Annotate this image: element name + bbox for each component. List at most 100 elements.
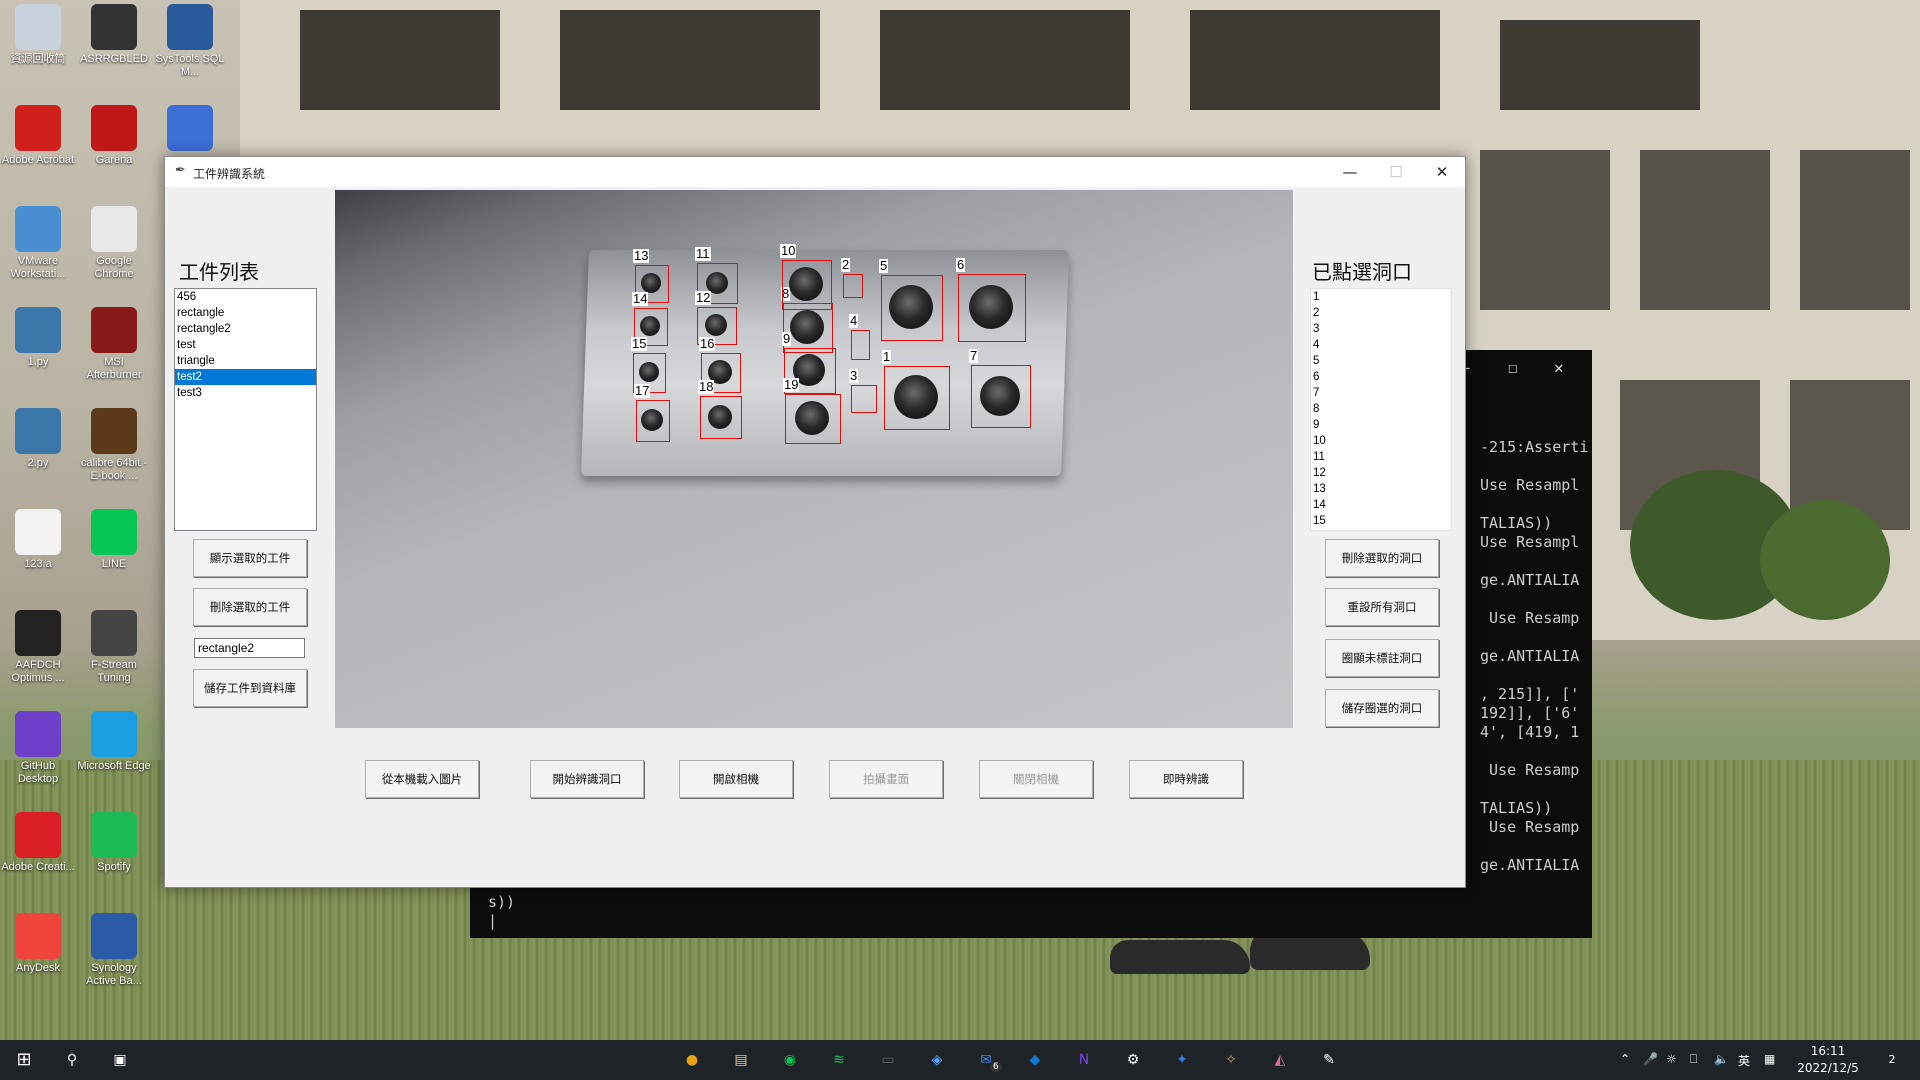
hole-bounding-box[interactable]: [881, 275, 943, 341]
task-view-icon[interactable]: ▣: [108, 1048, 132, 1072]
hole-list-item[interactable]: 1: [1311, 289, 1451, 305]
hole-bounding-box[interactable]: [851, 385, 877, 413]
desktop-icon[interactable]: Garena: [76, 105, 152, 167]
desktop-icon[interactable]: 123.a: [0, 509, 76, 571]
part-list-item[interactable]: test3: [175, 385, 316, 401]
show-part-button[interactable]: 顯示選取的工件: [193, 539, 307, 577]
desktop-icon[interactable]: Synology Active Ba...: [76, 913, 152, 988]
hole-list-item[interactable]: 11: [1311, 449, 1451, 465]
close-camera-button[interactable]: 關閉相機: [979, 760, 1093, 798]
desktop-icon[interactable]: calibre 64bit - E-book ...: [76, 408, 152, 483]
hole-list-item[interactable]: 8: [1311, 401, 1451, 417]
camera-view[interactable]: 1 2 3 4 5 6 7 8 9 10 11 12 13 14 15 16 17 18 19: [335, 190, 1293, 728]
hole-list-item[interactable]: 13: [1311, 481, 1451, 497]
hole-list-item[interactable]: 2: [1311, 305, 1451, 321]
hole-bounding-box[interactable]: [782, 260, 832, 310]
part-list-item[interactable]: rectangle: [175, 305, 316, 321]
load-image-button[interactable]: 從本機載入圖片: [365, 760, 479, 798]
taskbar-app-icon[interactable]: ✧: [1219, 1048, 1243, 1072]
hole-list-item[interactable]: 3: [1311, 321, 1451, 337]
taskbar-app-icon[interactable]: ◉: [778, 1048, 802, 1072]
taskbar-app-icon[interactable]: ≋: [827, 1048, 851, 1072]
open-camera-button[interactable]: 開啟相機: [679, 760, 793, 798]
desktop-icon[interactable]: AAFDCH Optimus ...: [0, 610, 76, 685]
realtime-detect-button[interactable]: 即時辨識: [1129, 760, 1243, 798]
part-name-input[interactable]: rectangle2: [194, 638, 305, 658]
desktop-icon[interactable]: Google Chrome: [76, 206, 152, 281]
ime-indicator[interactable]: 英: [1738, 1052, 1750, 1069]
hole-bounding-box[interactable]: [884, 366, 950, 430]
taskbar-app-icon[interactable]: ▭: [876, 1048, 900, 1072]
desktop-icon[interactable]: Adobe Acrobat: [0, 105, 76, 167]
desktop-icon[interactable]: 資源回收筒: [0, 4, 76, 66]
desktop-icon[interactable]: F-Stream Tuning: [76, 610, 152, 685]
search-icon[interactable]: ⚲: [60, 1048, 84, 1072]
desktop-icon[interactable]: AnyDesk: [0, 913, 76, 975]
holes-listbox[interactable]: 1 2 3 4 5 6 7 8 9 10 11 12 13 14 15: [1310, 288, 1452, 531]
desktop-icon[interactable]: VMware Workstati...: [0, 206, 76, 281]
console-close-button[interactable]: ✕: [1554, 358, 1564, 377]
desktop-icon[interactable]: SysTools SQL M...: [152, 4, 228, 79]
start-icon[interactable]: ⊞: [12, 1048, 36, 1072]
hole-list-item[interactable]: 10: [1311, 433, 1451, 449]
hole-bounding-box[interactable]: [843, 274, 863, 298]
hole-list-item[interactable]: 9: [1311, 417, 1451, 433]
hole-list-item[interactable]: 14: [1311, 497, 1451, 513]
part-list-item[interactable]: test: [175, 337, 316, 353]
reset-holes-button[interactable]: 重設所有洞口: [1325, 588, 1439, 626]
clock[interactable]: 16:11 2022/12/5: [1790, 1043, 1866, 1077]
desktop-icon[interactable]: ASRRGBLED: [76, 4, 152, 66]
taskbar-app-icon[interactable]: N: [1072, 1048, 1096, 1072]
minimize-button[interactable]: —: [1327, 157, 1373, 187]
hole-list-item[interactable]: 12: [1311, 465, 1451, 481]
part-list-item[interactable]: triangle: [175, 353, 316, 369]
desktop-icon[interactable]: [152, 105, 228, 154]
close-button[interactable]: ✕: [1419, 157, 1465, 187]
desktop-icon[interactable]: 2.py: [0, 408, 76, 470]
taskbar-app-icon[interactable]: ✦: [1170, 1048, 1194, 1072]
console-maximize-button[interactable]: ☐: [1508, 358, 1518, 377]
hole-list-item[interactable]: 6: [1311, 369, 1451, 385]
show-unmarked-button[interactable]: 圈顯未標註洞口: [1325, 639, 1439, 677]
save-selected-holes-button[interactable]: 儲存圈選的洞口: [1325, 689, 1439, 727]
desktop-icon[interactable]: 1.py: [0, 307, 76, 369]
start-detect-button[interactable]: 開始辨識洞口: [530, 760, 644, 798]
desktop-icon[interactable]: LINE: [76, 509, 152, 571]
desktop-icon[interactable]: MSI Afterburner: [76, 307, 152, 382]
taskbar-app-icon[interactable]: ◆: [1023, 1048, 1047, 1072]
hole-list-item[interactable]: 4: [1311, 337, 1451, 353]
desktop-icon[interactable]: GitHub Desktop: [0, 711, 76, 786]
delete-part-button[interactable]: 刪除選取的工件: [193, 588, 307, 626]
taskbar-app-icon[interactable]: ▤: [729, 1048, 753, 1072]
taskbar-app-icon[interactable]: ✎: [1317, 1048, 1341, 1072]
notification-icon[interactable]: 2: [1880, 1048, 1904, 1072]
network-icon[interactable]: ⎕: [1690, 1052, 1697, 1067]
part-list-item[interactable]: test2: [175, 369, 316, 385]
part-list-item[interactable]: rectangle2: [175, 321, 316, 337]
hole-bounding-box[interactable]: [636, 400, 670, 442]
delete-hole-button[interactable]: 刪除選取的洞口: [1325, 539, 1439, 577]
desktop-icon[interactable]: Spotify: [76, 812, 152, 874]
save-part-button[interactable]: 儲存工件到資料庫: [193, 669, 307, 707]
hole-bounding-box[interactable]: [785, 394, 841, 444]
input-icon[interactable]: ▦: [1764, 1052, 1775, 1066]
brightness-icon[interactable]: ☼: [1666, 1052, 1677, 1066]
hole-bounding-box[interactable]: [700, 396, 742, 439]
hole-bounding-box[interactable]: [971, 365, 1031, 428]
volume-icon[interactable]: 🔈: [1714, 1052, 1729, 1066]
hole-list-item[interactable]: 15: [1311, 513, 1451, 529]
capture-button[interactable]: 拍攝畫面: [829, 760, 943, 798]
desktop-icon[interactable]: Adobe Creati...: [0, 812, 76, 874]
microphone-icon[interactable]: 🎤: [1643, 1052, 1658, 1066]
taskbar-app-icon[interactable]: ⚙: [1121, 1048, 1145, 1072]
hole-bounding-box[interactable]: [851, 330, 870, 360]
hole-list-item[interactable]: 5: [1311, 353, 1451, 369]
tray-chevron-icon[interactable]: ⌃: [1620, 1052, 1630, 1066]
part-list-item[interactable]: 456: [175, 289, 316, 305]
hole-bounding-box[interactable]: [958, 274, 1026, 342]
hole-list-item[interactable]: 7: [1311, 385, 1451, 401]
taskbar-app-icon[interactable]: ●: [680, 1048, 704, 1072]
desktop-icon[interactable]: Microsoft Edge: [76, 711, 152, 773]
taskbar-app-icon[interactable]: ◈: [925, 1048, 949, 1072]
taskbar-app-icon[interactable]: ◭: [1268, 1048, 1292, 1072]
